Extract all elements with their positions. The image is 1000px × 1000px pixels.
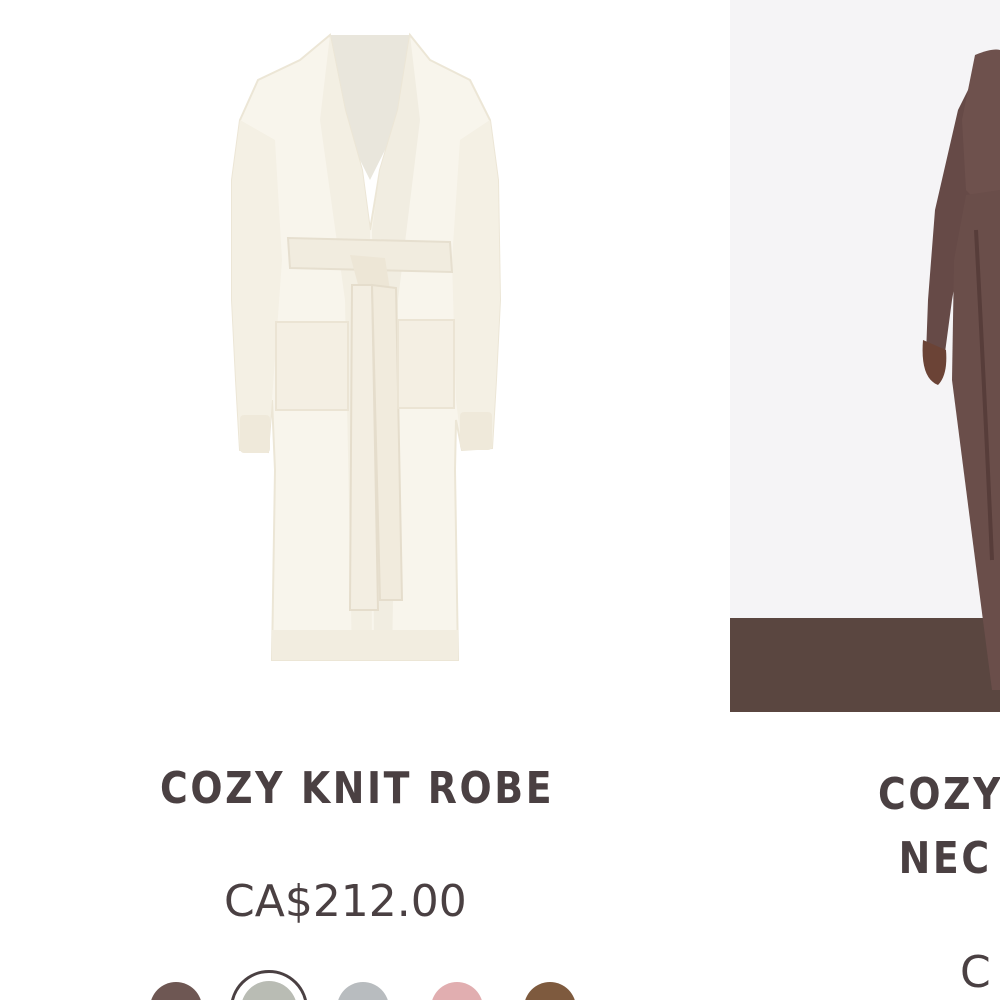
product-card-cozy-knit-robe[interactable]: COZY KNIT ROBE CA$212.00 xyxy=(0,0,725,1000)
product-title-line-2: NEC xyxy=(898,833,992,884)
swatch-stone-selected[interactable] xyxy=(230,970,308,1000)
knit-robe-image[interactable] xyxy=(0,0,725,710)
swatch-light-gray[interactable] xyxy=(337,982,389,1000)
swatch-rose[interactable] xyxy=(431,982,483,1000)
product-price: C xyxy=(960,947,991,998)
knit-robe-illustration xyxy=(231,32,502,661)
product-price: CA$212.00 xyxy=(224,876,467,927)
product-title-line-1: COZY xyxy=(878,769,1000,820)
swatch-stone-fill xyxy=(241,981,297,1000)
model-lounge-set-image[interactable] xyxy=(730,0,1000,712)
swatch-cocoa[interactable] xyxy=(150,982,202,1000)
product-title[interactable]: COZY NEC xyxy=(878,763,1000,891)
product-card-cozy-lounge-set[interactable]: COZY NEC C xyxy=(730,0,1000,1000)
color-swatch-list xyxy=(0,960,725,1000)
product-grid: COZY KNIT ROBE CA$212.00 COZY NEC C xyxy=(0,0,1000,1000)
swatch-camel[interactable] xyxy=(524,982,576,1000)
product-title[interactable]: COZY KNIT ROBE xyxy=(160,763,554,814)
model-illustration xyxy=(922,49,1000,690)
